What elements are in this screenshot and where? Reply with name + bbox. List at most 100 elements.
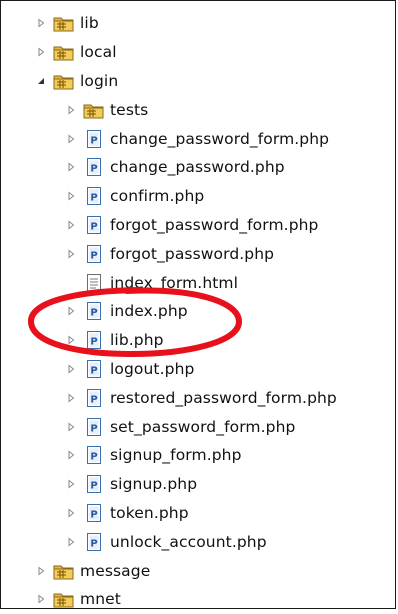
chevron-right-icon[interactable] — [35, 565, 47, 577]
chevron-right-icon[interactable] — [65, 305, 77, 317]
tree-item-label: change_password_form.php — [110, 129, 330, 148]
svg-text:P: P — [90, 164, 97, 175]
tree-item-label: local — [80, 43, 117, 62]
tree-item-label: login — [80, 71, 119, 90]
chevron-right-icon[interactable] — [65, 507, 77, 519]
svg-text:P: P — [90, 509, 97, 520]
tree-item-message[interactable]: message — [1, 556, 397, 585]
folder-icon — [53, 42, 75, 62]
chevron-right-icon[interactable] — [65, 248, 77, 260]
tree-item-label: index_form.html — [110, 273, 239, 292]
tree-item-signup-php[interactable]: Psignup.php — [1, 470, 397, 499]
chevron-right-icon[interactable] — [65, 104, 77, 116]
svg-text:P: P — [90, 394, 97, 405]
svg-text:P: P — [90, 250, 97, 261]
php-file-icon: P — [83, 503, 105, 523]
chevron-right-icon[interactable] — [65, 392, 77, 404]
chevron-right-icon[interactable] — [65, 161, 77, 173]
tree-item-change-password-php[interactable]: Pchange_password.php — [1, 153, 397, 182]
svg-text:P: P — [90, 193, 97, 204]
php-file-icon: P — [83, 445, 105, 465]
folder-icon — [83, 100, 105, 120]
tree-item-change-password-form-php[interactable]: Pchange_password_form.php — [1, 124, 397, 153]
chevron-right-icon[interactable] — [65, 334, 77, 346]
tree-item-label: restored_password_form.php — [110, 388, 337, 407]
tree-item-label: set_password_form.php — [110, 417, 296, 436]
tree-item-index-php[interactable]: Pindex.php — [1, 297, 397, 326]
html-file-icon — [83, 273, 105, 293]
tree-item-label: signup.php — [110, 475, 198, 494]
tree-item-label: lib — [80, 14, 99, 33]
chevron-right-icon[interactable] — [65, 219, 77, 231]
tree-item-lib-php[interactable]: Plib.php — [1, 326, 397, 355]
tree-item-index-form-html[interactable]: index_form.html — [1, 268, 397, 297]
tree-item-restored-password-form-php[interactable]: Prestored_password_form.php — [1, 383, 397, 412]
tree-item-label: forgot_password_form.php — [110, 215, 319, 234]
svg-text:P: P — [90, 308, 97, 319]
chevron-right-icon[interactable] — [35, 17, 47, 29]
chevron-right-icon[interactable] — [65, 363, 77, 375]
tree-item-forgot-password-form-php[interactable]: Pforgot_password_form.php — [1, 211, 397, 240]
svg-text:P: P — [90, 337, 97, 348]
tree-item-label: index.php — [110, 302, 188, 321]
php-file-icon: P — [83, 301, 105, 321]
php-file-icon: P — [83, 474, 105, 494]
tree-item-forgot-password-php[interactable]: Pforgot_password.php — [1, 239, 397, 268]
folder-icon — [53, 71, 75, 91]
tree-item-label: confirm.php — [110, 187, 205, 206]
tree-item-set-password-form-php[interactable]: Pset_password_form.php — [1, 412, 397, 441]
php-file-icon: P — [83, 244, 105, 264]
php-file-icon: P — [83, 330, 105, 350]
chevron-right-icon[interactable] — [65, 190, 77, 202]
tree-item-local[interactable]: local — [1, 38, 397, 67]
svg-text:P: P — [90, 423, 97, 434]
tree-item-label: message — [80, 561, 151, 580]
folder-icon — [53, 589, 75, 609]
chevron-right-icon[interactable] — [65, 133, 77, 145]
tree-item-logout-php[interactable]: Plogout.php — [1, 355, 397, 384]
tree-item-label: lib.php — [110, 331, 164, 350]
tree-item-confirm-php[interactable]: Pconfirm.php — [1, 182, 397, 211]
svg-text:P: P — [90, 452, 97, 463]
svg-text:P: P — [90, 221, 97, 232]
tree-item-label: logout.php — [110, 359, 195, 378]
project-explorer-panel: lib local login tests Pchange_password_form.… — [0, 0, 396, 609]
php-file-icon: P — [83, 417, 105, 437]
tree-item-label: unlock_account.php — [110, 532, 267, 551]
tree-item-token-php[interactable]: Ptoken.php — [1, 499, 397, 528]
php-file-icon: P — [83, 532, 105, 552]
tree-item-label: tests — [110, 100, 149, 119]
tree-item-mnet[interactable]: mnet — [1, 585, 397, 614]
tree-item-label: mnet — [80, 590, 121, 609]
chevron-right-icon[interactable] — [35, 593, 47, 605]
chevron-right-icon[interactable] — [65, 478, 77, 490]
svg-text:P: P — [90, 135, 97, 146]
php-file-icon: P — [83, 388, 105, 408]
chevron-right-icon[interactable] — [65, 536, 77, 548]
tree-item-tests[interactable]: tests — [1, 95, 397, 124]
tree-item-unlock-account-php[interactable]: Punlock_account.php — [1, 527, 397, 556]
tree-item-lib[interactable]: lib — [1, 9, 397, 38]
php-file-icon: P — [83, 129, 105, 149]
folder-icon — [53, 561, 75, 581]
tree-item-label: forgot_password.php — [110, 244, 275, 263]
svg-text:P: P — [90, 481, 97, 492]
tree-item-label: token.php — [110, 503, 189, 522]
blank-twisty — [65, 277, 77, 289]
svg-text:P: P — [90, 538, 97, 549]
tree-item-label: signup_form.php — [110, 446, 242, 465]
folder-icon — [53, 13, 75, 33]
php-file-icon: P — [83, 157, 105, 177]
php-file-icon: P — [83, 215, 105, 235]
php-file-icon: P — [83, 186, 105, 206]
chevron-down-icon[interactable] — [35, 75, 47, 87]
chevron-right-icon[interactable] — [65, 449, 77, 461]
tree-item-login[interactable]: login — [1, 67, 397, 96]
tree-item-signup-form-php[interactable]: Psignup_form.php — [1, 441, 397, 470]
tree-item-label: change_password.php — [110, 158, 285, 177]
php-file-icon: P — [83, 359, 105, 379]
chevron-right-icon[interactable] — [35, 46, 47, 58]
file-tree: lib local login tests Pchange_password_form.… — [1, 9, 397, 614]
svg-text:P: P — [90, 365, 97, 376]
chevron-right-icon[interactable] — [65, 421, 77, 433]
